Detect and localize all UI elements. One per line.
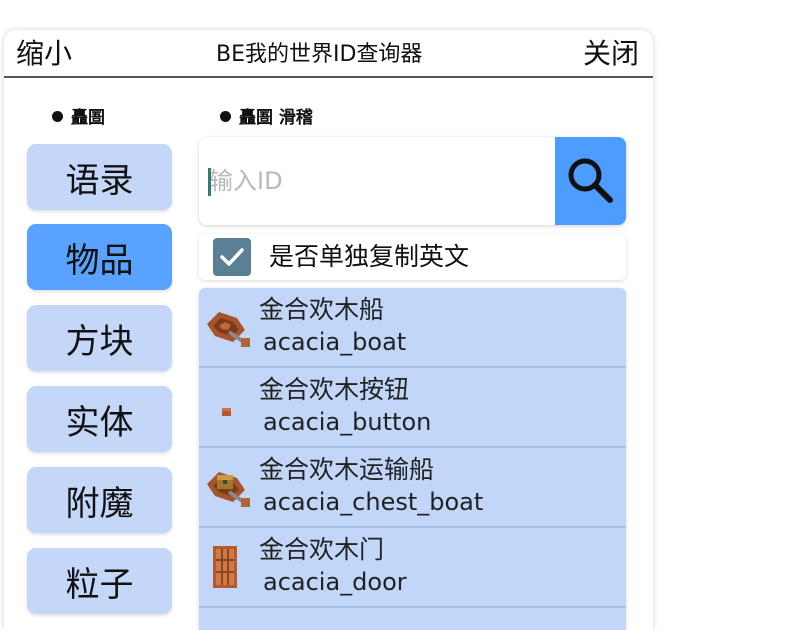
title-bar: 缩小 BE我的世界ID查询器 关闭 [4, 30, 653, 78]
status-text-right: 矗圄 滑稽 [239, 108, 313, 128]
text-caret [208, 168, 211, 196]
category-quotes-button[interactable]: 语录 [27, 144, 172, 210]
category-items-button[interactable]: 物品 [27, 224, 172, 290]
status-dot-icon [52, 111, 63, 122]
result-list: 金合欢木船 acacia_boat 金合欢木按钮 acacia_button 金… [199, 288, 626, 630]
item-name: 金合欢木运输船 [259, 455, 435, 484]
acacia-door-icon [213, 546, 237, 588]
category-enchantments-button[interactable]: 附魔 [27, 467, 172, 533]
category-blocks-button[interactable]: 方块 [27, 305, 172, 371]
item-id: acacia_door [263, 568, 407, 596]
status-indicator-right: 矗圄 滑稽 [220, 106, 313, 130]
item-id: acacia_button [263, 408, 432, 436]
list-item[interactable]: 金合欢木船 acacia_boat [199, 288, 626, 368]
item-name: 金合欢木按钮 [259, 375, 410, 404]
search-input[interactable] [199, 137, 554, 225]
app-title: BE我的世界ID查询器 [216, 42, 423, 67]
status-indicator-left: 矗圄 [52, 106, 105, 130]
category-particles-button[interactable]: 粒子 [27, 548, 172, 614]
search-icon [568, 158, 613, 203]
close-button[interactable]: 关闭 [583, 36, 639, 72]
copy-english-option[interactable]: 是否单独复制英文 [199, 234, 626, 280]
acacia-chest-boat-icon [207, 472, 250, 507]
item-name: 金合欢木船 [259, 295, 385, 324]
app-window: 缩小 BE我的世界ID查询器 关闭 矗圄 矗圄 滑稽 语录 物品 方块 实体 附… [4, 30, 653, 630]
search-box [199, 137, 626, 225]
minimize-button[interactable]: 缩小 [16, 36, 72, 72]
list-item[interactable]: 金合欢木运输船 acacia_chest_boat [199, 448, 626, 528]
status-text-left: 矗圄 [71, 108, 105, 128]
acacia-button-icon [222, 408, 231, 416]
status-dot-icon [220, 111, 231, 122]
item-id: acacia_boat [263, 328, 407, 356]
acacia-boat-icon [207, 312, 250, 347]
item-name: 金合欢木门 [259, 535, 385, 564]
search-button[interactable] [555, 137, 626, 225]
category-entities-button[interactable]: 实体 [27, 386, 172, 452]
list-item[interactable]: 金合欢木门 acacia_door [199, 528, 626, 608]
copy-english-checkbox[interactable] [213, 238, 251, 276]
checkmark-icon [220, 248, 244, 266]
list-item[interactable]: 金合欢木按钮 acacia_button [199, 368, 626, 448]
copy-english-label: 是否单独复制英文 [269, 242, 470, 271]
item-id: acacia_chest_boat [263, 488, 484, 516]
